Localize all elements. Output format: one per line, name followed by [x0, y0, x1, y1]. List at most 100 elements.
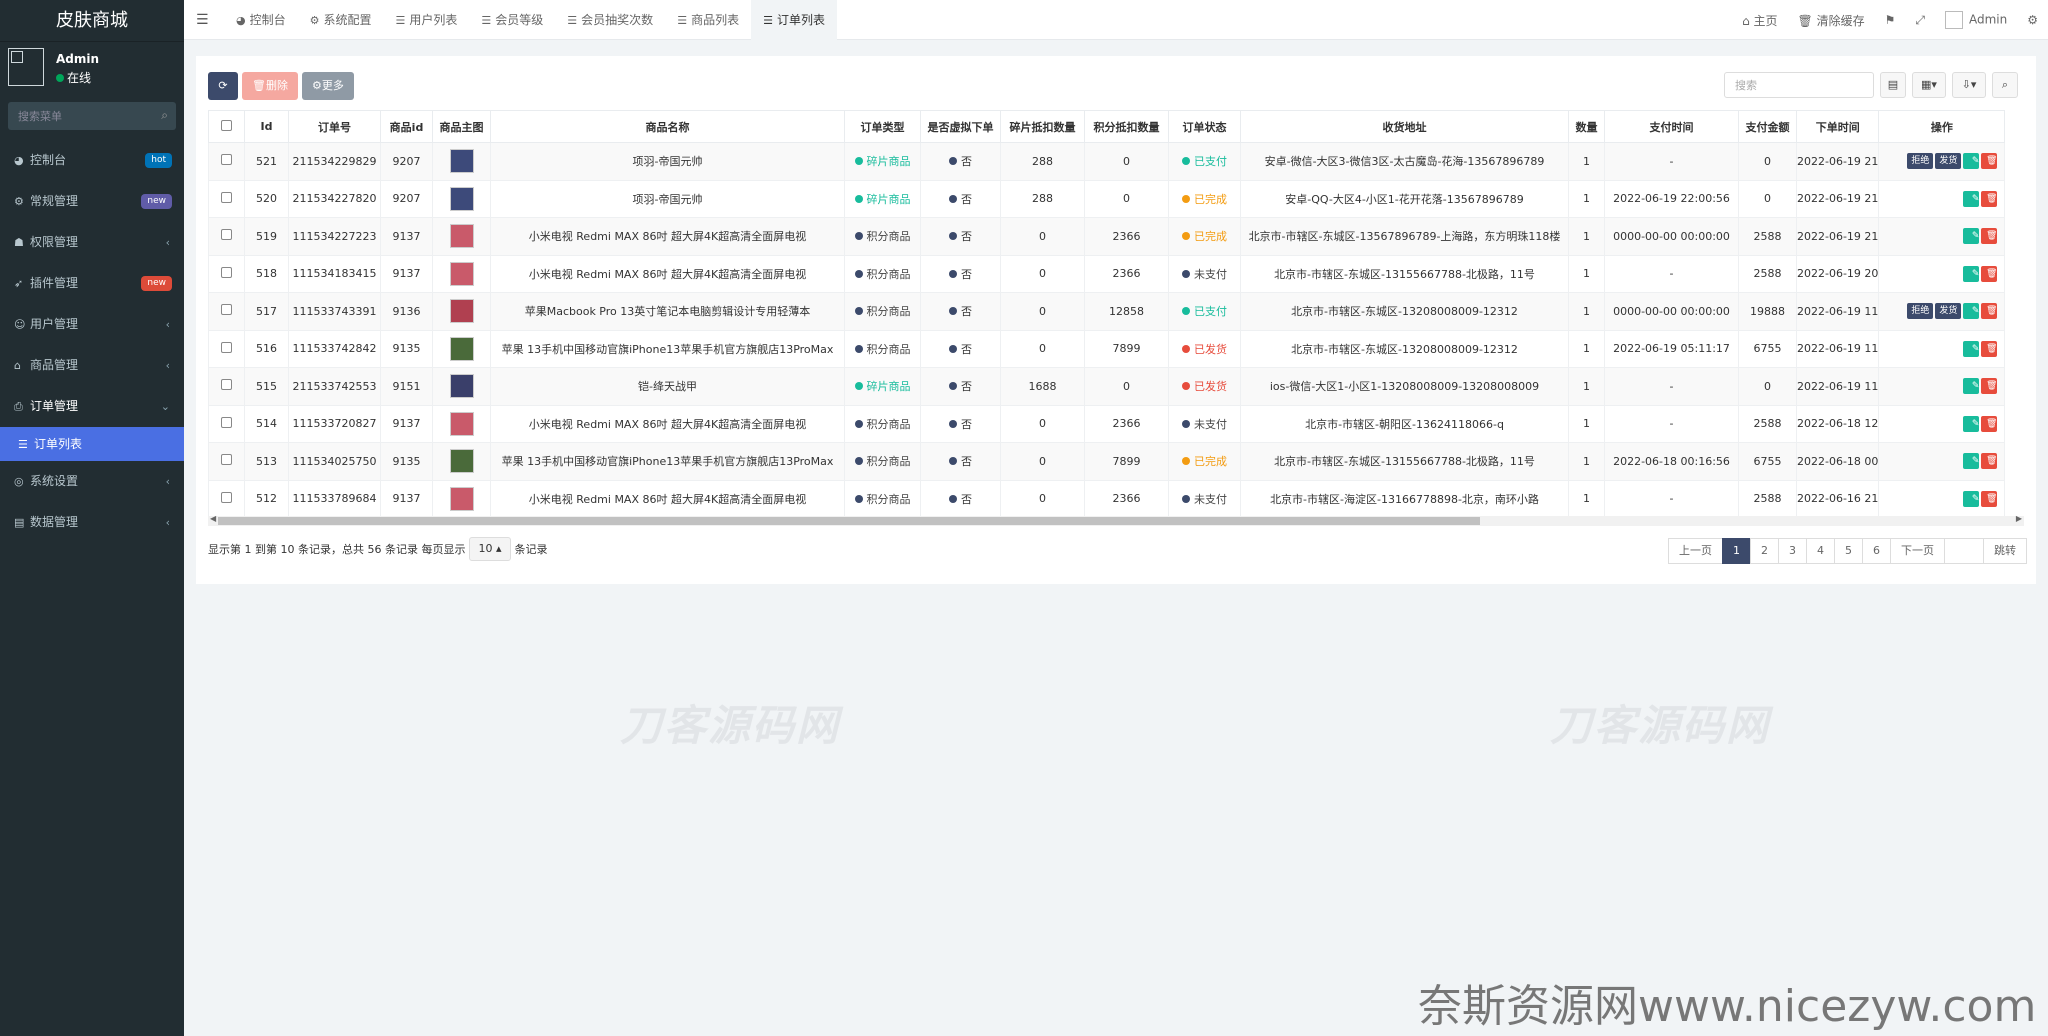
sidebar-item-2[interactable]: ☗ 权限管理 ‹ [0, 222, 184, 263]
tab-2[interactable]: ☰ 用户列表 [384, 0, 470, 40]
sidebar-item-4[interactable]: ☺ 用户管理 ‹ [0, 304, 184, 345]
product-image[interactable] [449, 486, 474, 511]
edit-icon[interactable]: ✎ [1963, 228, 1980, 245]
product-image[interactable] [449, 261, 474, 286]
cell-thumb[interactable] [432, 292, 491, 331]
delete-icon[interactable]: 🗑 [1981, 303, 1998, 320]
sidebar-item-7[interactable]: ☰ 订单列表 [0, 427, 184, 461]
tab-3[interactable]: ☰ 会员等级 [469, 0, 555, 40]
cell-thumb[interactable] [432, 217, 491, 256]
row-checkbox[interactable] [208, 292, 245, 331]
product-image[interactable] [449, 224, 474, 249]
column-header[interactable]: 支付时间 [1604, 110, 1739, 143]
cell-thumb[interactable] [432, 442, 491, 481]
clear-cache-link[interactable]: 🗑 清除缓存 [1788, 12, 1875, 29]
page-button[interactable]: 2 [1750, 538, 1779, 564]
product-image[interactable] [449, 374, 474, 399]
fullscreen-icon[interactable]: ⤢ [1905, 13, 1935, 28]
table-row[interactable]: 521 211534229829 9207 项羽-帝国元帅 碎片商品 否 288… [208, 142, 2006, 181]
action-button[interactable]: 拒绝 [1907, 303, 1934, 320]
table-row[interactable]: 512 111533789684 9137 小米电视 Redmi MAX 86吋… [208, 479, 2006, 518]
table-search-input[interactable] [1724, 72, 1874, 98]
sidebar-item-1[interactable]: ⚙ 常规管理 new [0, 181, 184, 222]
edit-icon[interactable]: ✎ [1963, 265, 1980, 282]
table-row[interactable]: 516 111533742842 9135 苹果 13手机中国移动官旗iPhon… [208, 329, 2006, 368]
table-row[interactable]: 514 111533720827 9137 小米电视 Redmi MAX 86吋… [208, 404, 2006, 443]
column-header[interactable]: 下单时间 [1795, 110, 1880, 143]
table-row[interactable]: 520 211534227820 9207 项羽-帝国元帅 碎片商品 否 288… [208, 179, 2006, 218]
edit-icon[interactable]: ✎ [1963, 453, 1980, 470]
product-image[interactable] [449, 186, 474, 211]
product-image[interactable] [449, 149, 474, 174]
column-header[interactable]: 订单状态 [1168, 110, 1241, 143]
jump-button[interactable]: 跳转 [1983, 538, 2027, 564]
edit-icon[interactable]: ✎ [1963, 490, 1980, 507]
search-icon[interactable]: ⌕ [1992, 72, 2018, 98]
column-header[interactable]: 收货地址 [1240, 110, 1569, 143]
row-checkbox[interactable] [208, 404, 245, 443]
row-checkbox[interactable] [208, 179, 245, 218]
delete-icon[interactable]: 🗑 [1981, 453, 1998, 470]
edit-icon[interactable]: ✎ [1963, 153, 1980, 170]
admin-menu[interactable]: Admin [1935, 11, 2017, 29]
horizontal-scrollbar[interactable]: ◀ ▶ [208, 514, 2024, 526]
delete-icon[interactable]: 🗑 [1981, 153, 1998, 170]
tab-4[interactable]: ☰ 会员抽奖次数 [555, 0, 665, 40]
action-button[interactable]: 发货 [1935, 153, 1962, 170]
row-checkbox[interactable] [208, 142, 245, 181]
toggle-view-icon[interactable]: ▤ [1880, 72, 1906, 98]
column-header[interactable]: 商品名称 [490, 110, 845, 143]
cell-thumb[interactable] [432, 404, 491, 443]
sidebar-item-3[interactable]: ➶ 插件管理 new [0, 263, 184, 304]
column-header[interactable]: 订单类型 [844, 110, 921, 143]
app-logo[interactable]: 皮肤商城 [0, 0, 184, 42]
page-button[interactable]: 6 [1862, 538, 1891, 564]
page-button[interactable]: 3 [1778, 538, 1807, 564]
column-header[interactable]: 操作 [1878, 110, 2006, 143]
sidebar-item-9[interactable]: ▤ 数据管理 ‹ [0, 502, 184, 543]
page-button[interactable]: 1 [1722, 538, 1751, 564]
menu-toggle-icon[interactable]: ☰ [196, 12, 209, 28]
edit-icon[interactable]: ✎ [1963, 303, 1980, 320]
edit-icon[interactable]: ✎ [1963, 340, 1980, 357]
page-button[interactable]: 5 [1834, 538, 1863, 564]
column-header[interactable]: 积分抵扣数量 [1084, 110, 1169, 143]
column-header[interactable]: 商品id [380, 110, 433, 143]
row-checkbox[interactable] [208, 479, 245, 518]
delete-icon[interactable]: 🗑 [1981, 490, 1998, 507]
cell-thumb[interactable] [432, 329, 491, 368]
prev-page-button[interactable]: 上一页 [1668, 538, 1723, 564]
tab-5[interactable]: ☰ 商品列表 [665, 0, 751, 40]
refresh-button[interactable]: ⟳ [208, 72, 238, 100]
row-checkbox[interactable] [208, 329, 245, 368]
tab-1[interactable]: ⚙ 系统配置 [298, 0, 384, 40]
column-header[interactable]: 数量 [1568, 110, 1605, 143]
column-header[interactable]: 碎片抵扣数量 [1000, 110, 1085, 143]
product-image[interactable] [449, 411, 474, 436]
sidebar-item-0[interactable]: ◕ 控制台 hot [0, 140, 184, 181]
delete-icon[interactable]: 🗑 [1981, 415, 1998, 432]
delete-icon[interactable]: 🗑 [1981, 228, 1998, 245]
column-header[interactable]: Id [244, 110, 289, 143]
product-image[interactable] [449, 299, 474, 324]
delete-icon[interactable]: 🗑 [1981, 265, 1998, 282]
page-size-select[interactable]: 10 ▴ [469, 537, 511, 561]
jump-page-input[interactable] [1944, 538, 1984, 564]
action-button[interactable]: 发货 [1935, 303, 1962, 320]
next-page-button[interactable]: 下一页 [1890, 538, 1945, 564]
product-image[interactable] [449, 449, 474, 474]
action-button[interactable]: 拒绝 [1907, 153, 1934, 170]
cell-thumb[interactable] [432, 367, 491, 406]
more-button[interactable]: ⚙更多 [301, 72, 354, 100]
sidebar-item-6[interactable]: ⎙ 订单管理 ⌄ [0, 386, 184, 427]
row-checkbox[interactable] [208, 254, 245, 293]
delete-icon[interactable]: 🗑 [1981, 340, 1998, 357]
cell-thumb[interactable] [432, 142, 491, 181]
row-checkbox[interactable] [208, 217, 245, 256]
tab-6[interactable]: ☰ 订单列表 [751, 0, 837, 40]
edit-icon[interactable]: ✎ [1963, 415, 1980, 432]
scroll-thumb[interactable] [218, 517, 1480, 525]
table-row[interactable]: 518 111534183415 9137 小米电视 Redmi MAX 86吋… [208, 254, 2006, 293]
row-checkbox[interactable] [208, 367, 245, 406]
column-header[interactable]: 是否虚拟下单 [920, 110, 1001, 143]
